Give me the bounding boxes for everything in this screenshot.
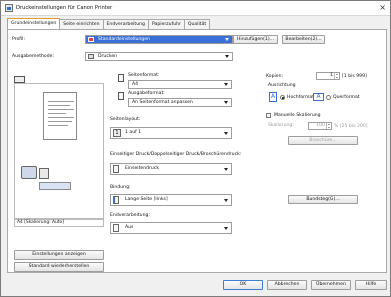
booklet-button[interactable]: Broschüre... [288,136,358,145]
portrait-label: Hochformat [287,95,315,100]
finishing-value: Aus [125,225,134,230]
chevron-down-icon [225,55,229,58]
chevron-down-icon [224,227,228,230]
ok-button[interactable]: OK [223,280,263,290]
manual-scaling-label: Manuelle Skalierung [274,113,321,118]
printer-device-icon [21,166,37,179]
decrement-icon[interactable] [326,126,331,129]
output-method-value: Drucken [98,54,118,59]
portrait-icon: A [269,92,277,102]
print-mode-select[interactable]: Einseitendruck [110,163,232,175]
tab-quality[interactable]: Qualität [183,19,211,29]
landscape-radio[interactable] [326,95,331,100]
binding-value: Lange Seite [links] [125,197,168,202]
copies-range: [1 bis 999] [342,74,367,79]
print-mode-label: Einseitiger Druck/Doppelseitiger Druck/B… [110,152,242,157]
long-edge-left-icon [113,196,119,204]
paper-tray-icon [39,168,49,179]
tab-page-setup[interactable]: Seite einrichten [59,19,104,29]
scaling-stepper[interactable]: 100 [308,122,332,130]
apply-button[interactable]: Übernehmen [311,280,351,290]
tab-bar: Grundeinstellungen Seite einrichten Endv… [7,18,211,29]
finishing-label: Endverarbeitung: [110,213,150,218]
close-icon[interactable]: × [379,3,386,12]
profile-value: Standardeinstellungen [98,37,150,42]
landscape-label: Querformat [333,95,360,100]
page-size-icon [118,74,124,82]
tab-finishing[interactable]: Endverarbeitung [102,19,149,29]
printer-icon [88,54,94,59]
chevron-down-icon [224,168,228,171]
profile-label: Profil: [12,37,26,42]
copies-value: 1 [330,73,333,78]
binding-label: Bindung: [110,185,131,190]
printer-icon [5,4,13,12]
output-size-icon [118,92,124,100]
binding-select[interactable]: Lange Seite [links] [110,194,232,206]
profile-icon [88,37,94,42]
portrait-radio[interactable] [280,95,285,100]
landscape-icon: A [313,93,324,101]
settings-panel: Profil: Standardeinstellungen Hinzufügen… [7,29,387,273]
profile-select[interactable]: Standardeinstellungen [85,35,233,44]
print-mode-value: Einseitendruck [125,166,160,171]
title-bar: Druckeinstellungen für Canon Printer × [1,1,390,16]
finishing-off-icon [113,224,119,232]
print-settings-dialog: Druckeinstellungen für Canon Printer × G… [0,0,391,297]
booklet-icon [39,182,71,190]
page-size-select[interactable]: A4 [128,80,232,89]
scaling-label: Skalierung: [268,123,294,128]
add-profile-button[interactable]: Hinzufügen(1)... [233,35,278,44]
tab-basic-settings[interactable]: Grundeinstellungen [7,18,61,29]
preview-page-icon [43,92,77,140]
decrement-icon[interactable] [334,76,339,79]
output-size-value: An Seitenformat anpassen [132,100,193,105]
page-size-label: Seitenformat: [128,73,160,78]
edit-profile-button[interactable]: Bearbeiten(2)... [282,35,325,44]
page-layout-select[interactable]: 1 1 auf 1 [110,127,232,139]
gutter-button[interactable]: Bundsteg(G)... [288,195,358,204]
show-settings-button[interactable]: Einstellungen anzeigen [14,250,104,260]
page-preview [14,83,104,219]
page-layout-value: 1 auf 1 [125,130,142,135]
scaling-value: 100 [316,123,325,128]
chevron-down-icon [224,132,228,135]
page-size-value: A4 [132,82,139,87]
chevron-down-icon [224,83,228,86]
copies-stepper[interactable]: 1 [316,72,340,80]
layout-1-icon: 1 [113,129,121,137]
scaling-range: % [25 bis 200] [334,124,368,129]
tab-paper-source[interactable]: Papierzufuhr [147,19,185,29]
preview-toggle-icon[interactable] [14,76,25,83]
restore-defaults-button[interactable]: Standard wiederherstellen [14,262,104,272]
preview-status: A4 [Skalierung: Auto] [14,219,104,227]
orientation-label: Ausrichtung [268,83,296,88]
window-title: Druckeinstellungen für Canon Printer [16,5,113,11]
output-size-select[interactable]: An Seitenformat anpassen [128,98,232,107]
output-method-label: Ausgabemethode: [12,54,55,59]
output-method-select[interactable]: Drucken [85,52,233,61]
single-sided-icon [113,165,119,173]
output-size-label: Ausgabeformat: [128,91,165,96]
cancel-button[interactable]: Abbrechen [267,280,307,290]
chevron-down-icon [224,199,228,202]
manual-scaling-checkbox[interactable] [266,113,271,118]
page-layout-label: Seitenlayout: [110,117,141,122]
copies-label: Kopien: [266,74,284,79]
chevron-down-icon [225,38,229,41]
help-button[interactable]: Hilfe [355,280,387,290]
finishing-select[interactable]: Aus [110,222,232,234]
chevron-down-icon [224,101,228,104]
